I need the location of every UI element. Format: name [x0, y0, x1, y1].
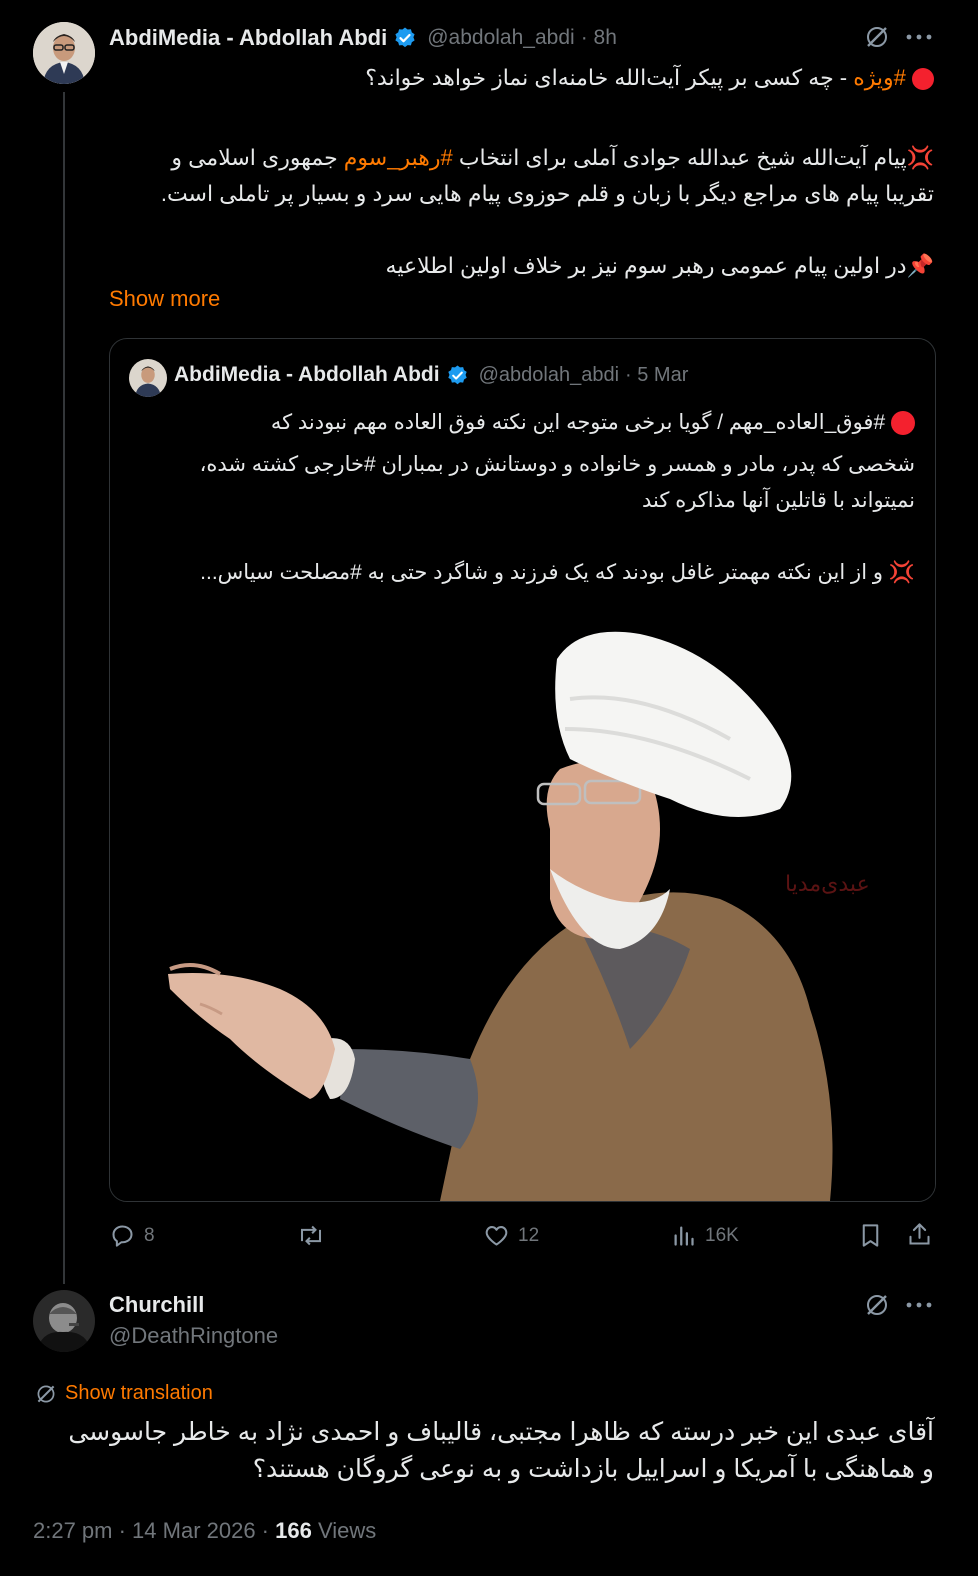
quoted-author-avatar [129, 359, 167, 397]
grok-icon[interactable] [864, 24, 890, 50]
tweet-line-1: #ویژه - چه کسی بر پیکر آیت‌الله خامنه‌ای… [120, 60, 934, 96]
tweet-paragraph-2: 💢پیام آیت‌الله شیخ عبدالله جوادی آملی بر… [120, 140, 934, 212]
tweet-time[interactable]: · 8h [581, 26, 617, 50]
more-icon[interactable] [906, 34, 932, 40]
share-icon[interactable] [906, 1221, 933, 1248]
reply-text: آقای عبدی این خبر درسته که ظاهرا مجتبی، … [30, 1414, 934, 1488]
bookmark-icon[interactable] [857, 1222, 884, 1249]
tweet-line-2: 💢پیام آیت‌الله شیخ عبدالله جوادی آملی بر… [120, 140, 934, 176]
quoted-line-2: شخصی که پدر، مادر و همسر و خانواده و دوس… [199, 453, 915, 476]
hashtag-link[interactable]: #رهبر_سوم [344, 145, 453, 170]
red-circle-icon [891, 411, 915, 436]
thread-line [63, 92, 65, 1284]
views-count: 16K [705, 1224, 739, 1246]
quoted-line-1: #فوق_العاده_مهم / گویا برخی متوجه این نک… [120, 405, 915, 441]
reply-author-avatar[interactable] [33, 1290, 95, 1352]
grok-icon[interactable] [864, 1292, 890, 1318]
tweet-text-segment: جمهوری اسلامی و [171, 145, 344, 170]
show-translation-button[interactable]: Show translation [35, 1382, 213, 1405]
quoted-image[interactable]: عبدی‌مدیا [110, 629, 935, 1201]
author-name[interactable]: AbdiMedia - Abdollah Abdi [109, 25, 387, 51]
reply-author-name[interactable]: Churchill [109, 1292, 204, 1318]
reply-author-handle[interactable]: @DeathRingtone [109, 1323, 278, 1349]
tweet-line-3: تقریبا پیام های مراجع دیگر با زبان و قلم… [160, 181, 934, 206]
views-button[interactable]: 16K [670, 1222, 739, 1249]
tweet-text-segment: در اولین پیام عمومی رهبر سوم نیز بر خلاف… [385, 253, 907, 278]
tweet-text-segment: - چه کسی بر پیکر آیت‌الله خامنه‌ای نماز … [365, 65, 854, 90]
show-translation-label: Show translation [65, 1382, 213, 1404]
like-count: 12 [518, 1224, 540, 1246]
quoted-date: · 5 Mar [625, 363, 689, 386]
author-avatar[interactable] [33, 22, 95, 84]
reply-count: 8 [144, 1224, 155, 1246]
reply-timestamp[interactable]: 2:27 pm · 14 Mar 2026 · [33, 1518, 275, 1543]
show-more-link[interactable]: Show more [109, 286, 220, 312]
quoted-text: #فوق_العاده_مهم / گویا برخی متوجه این نک… [120, 405, 915, 591]
reply-icon [109, 1222, 136, 1249]
retweet-button[interactable] [296, 1222, 326, 1249]
more-icon[interactable] [906, 1302, 932, 1308]
translate-icon [35, 1383, 57, 1405]
quoted-author-name: AbdiMedia - Abdollah Abdi [174, 363, 440, 386]
reply-line-1: آقای عبدی این خبر درسته که ظاهرا مجتبی، … [68, 1418, 934, 1446]
quoted-author-handle: @abdolah_abdi [478, 363, 620, 386]
hashtag-link[interactable]: #ویژه [853, 65, 906, 90]
tweet-text-segment: پیام آیت‌الله شیخ عبدالله جوادی آملی برا… [452, 145, 907, 170]
quoted-tweet-card[interactable]: AbdiMedia - Abdollah Abdi @abdolah_abdi … [109, 338, 936, 1202]
quoted-header: AbdiMedia - Abdollah Abdi @abdolah_abdi … [174, 363, 688, 387]
views-icon [670, 1222, 697, 1249]
tweet-line-4: 📌در اولین پیام عمومی رهبر سوم نیز بر خلا… [120, 248, 934, 284]
reply-button[interactable]: 8 [109, 1222, 155, 1249]
anger-emoji: 💢 [906, 145, 934, 170]
reply-views-count: 166 [275, 1518, 312, 1543]
reply-line-2: و هماهنگی با آمریکا و اسراییل بازداشت و … [252, 1455, 934, 1483]
verified-badge-icon [393, 26, 417, 50]
image-watermark: عبدی‌مدیا [785, 872, 870, 897]
tweet-header: AbdiMedia - Abdollah Abdi @abdolah_abdi … [109, 23, 617, 53]
anger-emoji: 💢 [888, 561, 915, 584]
reply-meta: 2:27 pm · 14 Mar 2026 · 166 Views [33, 1518, 376, 1544]
like-button[interactable]: 12 [483, 1222, 539, 1249]
pin-emoji: 📌 [906, 253, 934, 278]
like-icon [483, 1222, 510, 1249]
verified-badge-icon [446, 364, 469, 387]
red-circle-icon [912, 68, 934, 91]
quoted-line-4: 💢 و از این نکته مهمتر غافل بودند که یک ف… [200, 561, 915, 584]
reply-views-label: Views [311, 1518, 377, 1543]
author-handle[interactable]: @abdolah_abdi [427, 26, 574, 50]
quoted-line-3: نمیتواند با قاتلین آنها مذاکره کند [642, 489, 915, 512]
retweet-icon [296, 1222, 326, 1249]
